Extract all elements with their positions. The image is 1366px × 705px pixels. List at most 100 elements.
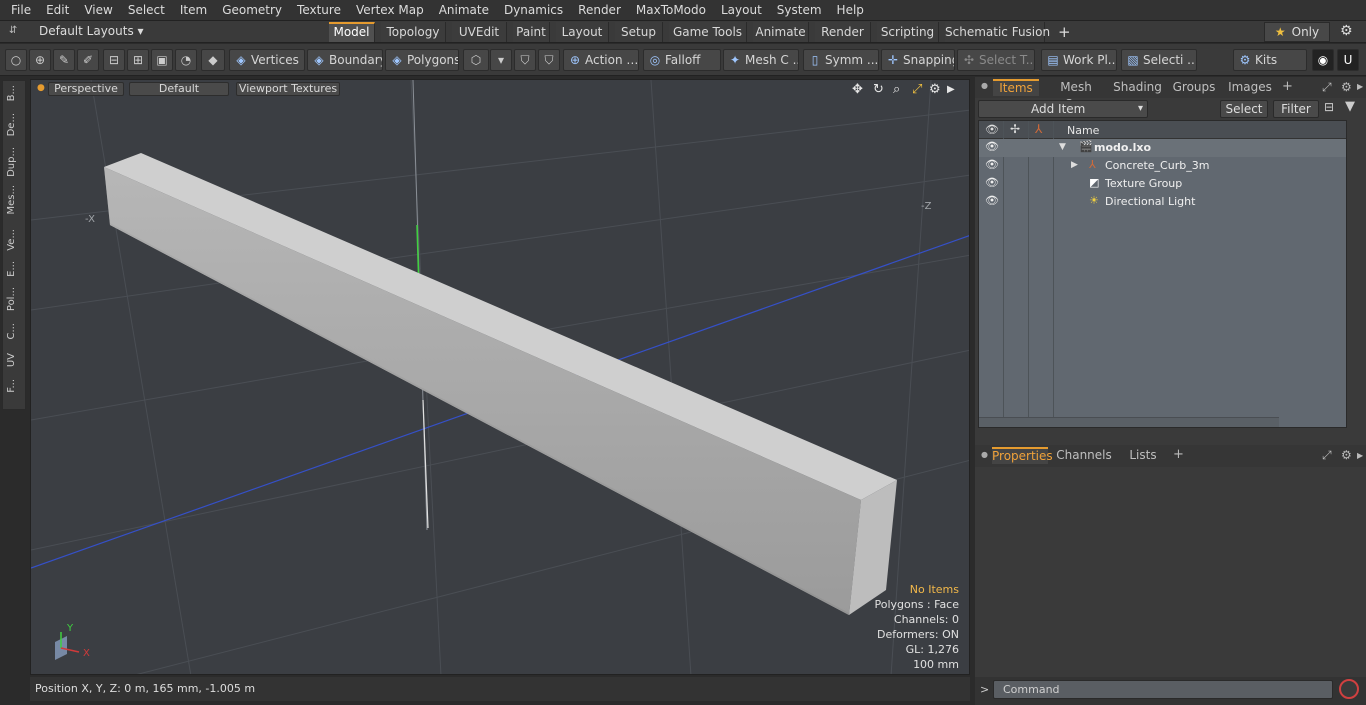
collapse-icon[interactable]: ⊟ (1324, 100, 1334, 114)
eye-icon[interactable]: 👁 (985, 140, 999, 153)
tab-uvedit[interactable]: UVEdit (452, 22, 507, 42)
only-button[interactable]: ★ Only (1264, 22, 1330, 42)
material-icon[interactable]: ⬡ (463, 49, 489, 71)
add-item-button[interactable]: Add Item ▾ (978, 100, 1148, 118)
gear-icon[interactable]: ⚙ (1340, 23, 1353, 39)
left-tab-duplicate[interactable]: Dup... (6, 147, 22, 177)
tab-topology[interactable]: Topology (381, 22, 446, 42)
tab-shading[interactable]: Shading (1110, 79, 1165, 96)
viewport-gear-icon[interactable]: ⚙ (929, 82, 941, 97)
mesh-constraint-button[interactable]: ✦ Mesh C ... (723, 49, 799, 71)
tab-schematic-fusion[interactable]: Schematic Fusion (945, 22, 1050, 42)
falloff-button[interactable]: ◎ Falloff (643, 49, 721, 71)
expand-panel-icon[interactable]: ⤢ (1322, 448, 1332, 463)
menu-system[interactable]: System (772, 0, 827, 21)
menu-help[interactable]: Help (832, 0, 869, 21)
add-panel-tab-icon[interactable]: + (1282, 79, 1293, 94)
left-tab-vertex[interactable]: Ve... (6, 229, 22, 251)
snapping-button[interactable]: ✛ Snapping (881, 49, 955, 71)
cross-select-icon[interactable]: ⊞ (127, 49, 149, 71)
tab-model[interactable]: Model (329, 22, 375, 42)
add-tab-icon[interactable]: + (1058, 23, 1071, 41)
chevron-down-icon[interactable]: ▾ (490, 49, 512, 71)
tab-items[interactable]: Items (993, 79, 1039, 96)
viewport-dot-icon[interactable]: ● (37, 83, 45, 93)
menu-view[interactable]: View (79, 0, 117, 21)
tab-render[interactable]: Render (815, 22, 871, 42)
left-tab-deform[interactable]: De... (6, 113, 22, 136)
selection-sets-button[interactable]: ▧ Selecti ... (1121, 49, 1197, 71)
panel-dot-icon[interactable]: ● (981, 81, 988, 90)
polygons-button[interactable]: ◈ Polygons (385, 49, 459, 71)
menu-vertex-map[interactable]: Vertex Map (351, 0, 429, 21)
select-circle-icon[interactable]: ○ (5, 49, 27, 71)
action-button[interactable]: ⊕ Action … (563, 49, 639, 71)
left-tab-edge[interactable]: E... (6, 261, 22, 277)
menu-dynamics[interactable]: Dynamics (499, 0, 568, 21)
unity-icon[interactable]: ◉ (1312, 49, 1334, 71)
3d-viewport[interactable]: -X -Z Y X ● Perspective Default Viewport… (30, 79, 970, 675)
expand-panel-icon[interactable]: ⤢ (1322, 80, 1332, 95)
tree-scrollbar[interactable] (979, 417, 1279, 427)
left-tab-mesh-edit[interactable]: Mes... (6, 185, 22, 215)
tab-animate[interactable]: Animate (753, 22, 809, 42)
symmetry-button[interactable]: ▯ Symm ... (803, 49, 879, 71)
viewport-textures-button[interactable]: Viewport Textures (236, 82, 340, 96)
select-button[interactable]: Select (1220, 100, 1268, 118)
zoom-icon[interactable]: ⌕ (893, 82, 900, 97)
menu-render[interactable]: Render (573, 0, 626, 21)
layout-swap-icon[interactable]: ⇵ (9, 25, 17, 36)
panel-gear-icon[interactable]: ⚙ (1341, 80, 1352, 94)
globe-icon[interactable]: ⊕ (29, 49, 51, 71)
select-through-button[interactable]: ✣ Select T... (957, 49, 1035, 71)
pen-icon[interactable]: ✎ (53, 49, 75, 71)
tree-row-scene[interactable]: 👁 ▼ 🎬 modo.lxo (979, 139, 1346, 157)
brush-icon[interactable]: ✐ (77, 49, 99, 71)
viewport-more-icon[interactable]: ▶ (947, 84, 955, 95)
unreal-icon[interactable]: U (1337, 49, 1359, 71)
add-panel-tab-icon[interactable]: + (1173, 447, 1184, 462)
symmetry-shield-icon[interactable]: ⛉ (514, 49, 536, 71)
panel-dot-icon[interactable]: ● (981, 450, 988, 459)
panel-more-icon[interactable]: ▶ (1357, 451, 1363, 460)
move-view-icon[interactable]: ✥ (852, 82, 863, 97)
shading-button[interactable]: Default (129, 82, 229, 96)
panel-more-icon[interactable]: ▶ (1357, 82, 1363, 91)
boundary-button[interactable]: ◈ Boundary (307, 49, 383, 71)
rotate-view-icon[interactable]: ↻ (873, 82, 884, 97)
tab-game-tools[interactable]: Game Tools (669, 22, 747, 42)
tree-row-directional-light[interactable]: 👁 ☀ Directional Light (979, 193, 1346, 211)
tab-setup[interactable]: Setup (615, 22, 663, 42)
left-tab-basic[interactable]: B... (6, 85, 22, 101)
tab-paint[interactable]: Paint (513, 22, 550, 42)
tab-properties[interactable]: Properties (992, 447, 1053, 464)
record-icon[interactable] (1339, 679, 1359, 699)
collapsed-triangle-icon[interactable]: ▶ (1071, 160, 1078, 170)
left-tab-curve[interactable]: C... (6, 323, 22, 340)
tree-row-mesh[interactable]: 👁 ▶ ⅄ Concrete_Curb_3m (979, 157, 1346, 175)
tab-channels[interactable]: Channels (1055, 447, 1113, 464)
menu-animate[interactable]: Animate (434, 0, 494, 21)
tab-layout[interactable]: Layout (556, 22, 609, 42)
menu-file[interactable]: File (6, 0, 36, 21)
tab-scripting[interactable]: Scripting (877, 22, 939, 42)
eye-icon[interactable]: 👁 (985, 176, 999, 189)
lock-header-icon[interactable]: ✢ (1010, 122, 1020, 136)
lasso-icon[interactable]: ◔ (175, 49, 197, 71)
menu-select[interactable]: Select (123, 0, 170, 21)
menu-geometry[interactable]: Geometry (217, 0, 287, 21)
tab-images[interactable]: Images (1225, 79, 1275, 96)
visibility-header-icon[interactable]: 👁 (985, 123, 999, 136)
loop-icon[interactable]: ⊟ (103, 49, 125, 71)
filter-button[interactable]: Filter (1273, 100, 1319, 118)
work-plane-button[interactable]: ▤ Work Pl... (1041, 49, 1117, 71)
menu-edit[interactable]: Edit (41, 0, 74, 21)
funnel-icon[interactable]: ▼ (1345, 99, 1355, 114)
expand-triangle-icon[interactable]: ▼ (1059, 142, 1066, 152)
menu-maxtomodo[interactable]: MaxToModo (631, 0, 711, 21)
menu-item[interactable]: Item (175, 0, 212, 21)
item-mode-icon[interactable]: ◆ (201, 49, 225, 71)
menu-layout[interactable]: Layout (716, 0, 767, 21)
tab-groups[interactable]: Groups (1169, 79, 1219, 96)
left-tab-uv[interactable]: UV (6, 353, 22, 367)
